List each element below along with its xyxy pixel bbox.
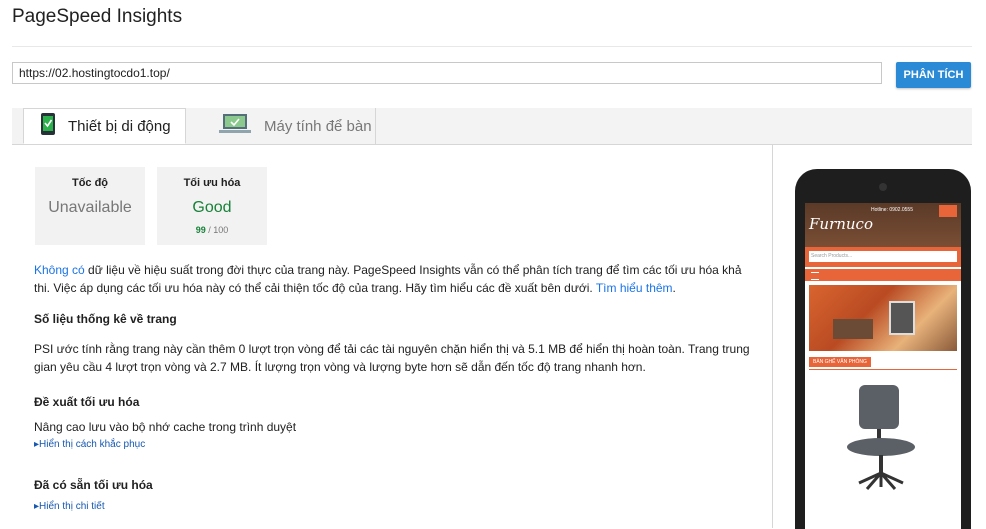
show-details-toggle[interactable]: ▸Hiển thị chi tiết xyxy=(34,501,105,512)
mobile-preview-panel: Furnuco Hotline: 0902.0555 Search Produc… xyxy=(772,145,973,529)
menu-icon xyxy=(811,272,819,280)
available-heading: Đã có sẵn tối ưu hóa xyxy=(34,478,153,492)
results-panel: Tốc độ Unavailable Tối ưu hóa Good 99 / … xyxy=(12,145,772,528)
sofa-shape xyxy=(833,319,873,339)
page-title: PageSpeed Insights xyxy=(12,6,183,27)
stats-heading: Số liệu thống kê về trang xyxy=(34,312,177,326)
preview-logo: Furnuco xyxy=(809,215,873,233)
optimization-score: 99 / 100 xyxy=(195,225,229,235)
optimization-value: Good xyxy=(192,199,232,216)
suggestions-heading: Đề xuất tối ưu hóa xyxy=(34,395,140,409)
cart-icon xyxy=(939,205,957,217)
suggestion-item: Nâng cao lưu vào bộ nhớ cache trong trìn… xyxy=(34,420,297,434)
optimization-title: Tối ưu hóa xyxy=(183,177,241,189)
tab-mobile-label: Thiết bị di động xyxy=(68,117,171,135)
tab-desktop[interactable]: Máy tính để bàn xyxy=(202,108,376,144)
phone-screen: Furnuco Hotline: 0902.0555 Search Produc… xyxy=(805,203,961,529)
preview-search-input: Search Products... xyxy=(809,251,957,262)
laptop-icon xyxy=(218,113,252,139)
phone-frame: Furnuco Hotline: 0902.0555 Search Produc… xyxy=(795,169,971,529)
learn-more-link[interactable]: Tìm hiểu thêm xyxy=(596,281,673,295)
optimization-score-card: Tối ưu hóa Good 99 / 100 xyxy=(157,167,267,245)
speed-title: Tốc độ xyxy=(71,177,109,189)
preview-header: Furnuco Hotline: 0902.0555 xyxy=(805,203,961,247)
divider xyxy=(12,46,972,47)
office-chair-image xyxy=(809,379,957,499)
preview-category-label: BÀN GHẾ VĂN PHÒNG xyxy=(809,357,871,367)
preview-menu-bar xyxy=(805,269,961,281)
intro-text: Không có dữ liệu về hiệu suất trong đời … xyxy=(34,263,742,295)
preview-banner-image xyxy=(809,285,957,351)
stats-text: PSI ước tính rằng trang này cần thêm 0 l… xyxy=(34,342,750,374)
category-divider xyxy=(809,369,957,370)
show-fix-toggle[interactable]: ▸Hiển thị cách khắc phục xyxy=(34,439,145,450)
speed-score-card: Tốc độ Unavailable xyxy=(35,167,145,245)
speed-value: Unavailable xyxy=(48,199,132,216)
analyze-button[interactable]: PHÂN TÍCH xyxy=(896,62,971,88)
preview-hotline: Hotline: 0902.0555 xyxy=(871,207,913,213)
fireplace-shape xyxy=(889,301,915,335)
camera-dot xyxy=(879,183,887,191)
tab-desktop-label: Máy tính để bàn xyxy=(264,117,372,135)
device-tabs: Thiết bị di động Máy tính để bàn xyxy=(12,108,972,145)
tab-mobile[interactable]: Thiết bị di động xyxy=(23,108,186,144)
no-data-link[interactable]: Không có xyxy=(34,263,85,277)
preview-search-bar: Search Products... xyxy=(805,247,961,267)
mobile-phone-icon xyxy=(40,112,56,140)
url-input[interactable] xyxy=(12,62,882,84)
